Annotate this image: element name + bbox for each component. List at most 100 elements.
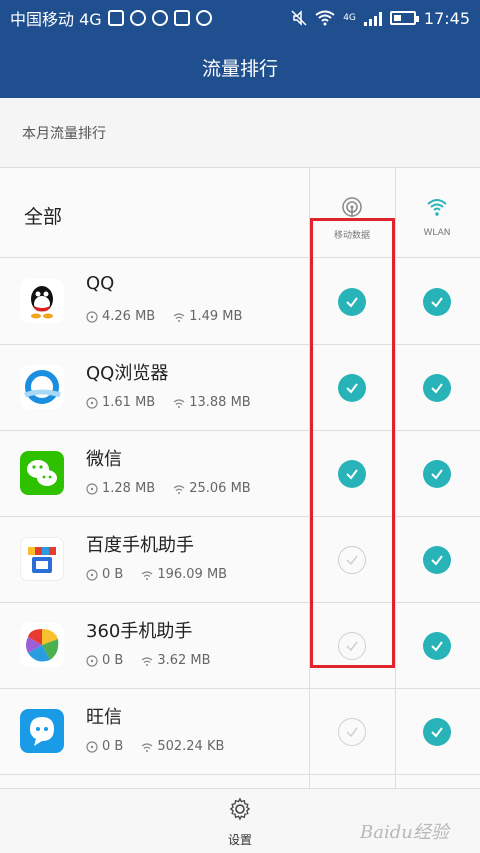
check-icon [431,297,443,308]
app-usage: 0 B 3.62 MB [86,653,211,668]
wifi-icon [173,397,185,409]
signal-antenna-icon [342,197,362,217]
wifi-icon [427,199,447,216]
all-label[interactable]: 全部 [24,202,62,229]
app-usage: 4.26 MB 1.49 MB [86,309,242,324]
wlan-usage: 25.06 MB [189,481,251,496]
wlan-usage: 1.49 MB [189,309,243,324]
mobile-data-toggle[interactable] [338,632,366,660]
check-icon [431,469,443,480]
mobile-usage: 1.28 MB [102,481,156,496]
wechat-app-icon [20,451,64,495]
check-icon [346,727,358,738]
mobile-data-label: 移动数据 [333,231,370,241]
section-label: 本月流量排行 [22,125,106,142]
mobile-data-toggle[interactable] [338,718,366,746]
app-name: 微信 [86,449,122,470]
wlan-toggle[interactable] [423,546,451,574]
table-row[interactable]: QQ浏览器 1.61 MB 13.88 MB [0,345,480,431]
column-divider [395,168,396,788]
app-usage: 0 B 196.09 MB [86,567,227,582]
check-icon [346,469,358,480]
app-name: 360手机助手 [86,621,193,642]
mobile-usage: 4.26 MB [102,309,156,324]
check-icon [431,641,443,652]
app-name: QQ浏览器 [86,363,169,384]
signal-antenna-icon [86,740,98,753]
app-title-bar: 流量排行 [0,36,480,98]
baidu-assistant-app-icon [20,537,64,581]
page-title: 流量排行 [201,57,278,80]
app-usage: 1.61 MB 13.88 MB [86,395,251,410]
wangxin-app-icon [20,709,64,753]
section-header: 本月流量排行 [0,98,480,168]
wifi-icon [173,311,185,323]
message-notification-icon [151,10,168,26]
table-row[interactable]: 百度手机助手 0 B 196.09 MB [0,517,480,603]
wifi-icon [141,569,153,581]
wifi-icon [173,483,185,495]
check-icon [346,383,358,394]
mobile-usage: 1.61 MB [102,395,156,410]
check-icon [431,727,443,738]
table-row[interactable]: 360手机助手 0 B 3.62 MB [0,603,480,689]
table-row[interactable]: 旺信 0 B 502.24 KB [0,689,480,775]
settings-label: 设置 [227,833,252,847]
check-icon [346,555,358,566]
carrier-text: 中国移动 4G [10,10,102,29]
traffic-table: 全部 移动数据 WLAN QQ 4.26 MB 1.49 MB QQ浏览器 1.… [0,168,480,788]
wlan-toggle[interactable] [423,632,451,660]
mute-icon [291,10,307,26]
wlan-toggle[interactable] [423,288,451,316]
mobile-data-toggle[interactable] [338,546,366,574]
wifi-icon [141,741,153,753]
gear-icon [229,797,251,821]
settings-button[interactable]: 设置 [216,797,264,848]
qq-app-icon [20,279,64,323]
app-usage: 0 B 502.24 KB [86,739,224,754]
mobile-data-column-header[interactable]: 移动数据 [312,196,392,241]
wlan-column-header[interactable]: WLAN [397,196,477,238]
app-usage: 1.28 MB 25.06 MB [86,481,251,496]
wlan-toggle[interactable] [423,718,451,746]
pause-notification-icon [129,10,146,26]
wlan-usage: 502.24 KB [157,739,225,754]
table-header-row: 全部 移动数据 WLAN [0,168,480,258]
360-assistant-app-icon [20,623,64,667]
qq-browser-app-icon [20,365,64,409]
check-icon [346,297,358,308]
check-icon [346,641,358,652]
check-icon [431,555,443,566]
time-text: 17:45 [423,8,470,28]
app-notification-icon [195,10,212,26]
wlan-toggle[interactable] [423,374,451,402]
table-row[interactable]: QQ 4.26 MB 1.49 MB [0,259,480,345]
mobile-usage: 0 B [102,653,124,668]
wlan-usage: 13.88 MB [189,395,251,410]
baidu-watermark: Baidu经验 [360,822,449,843]
wifi-icon [141,655,153,667]
signal-bars-icon [363,10,382,26]
status-bar: 中国移动 4G 4G 17:45 [0,0,480,36]
signal-antenna-icon [86,396,98,409]
wlan-label: WLAN [423,228,451,238]
battery-icon [389,11,419,25]
wlan-usage: 196.09 MB [157,567,228,582]
wifi-status-icon [315,10,335,26]
app-name: 旺信 [86,707,122,728]
mobile-data-toggle[interactable] [338,374,366,402]
mobile-data-toggle[interactable] [338,460,366,488]
signal-antenna-icon [86,568,98,581]
signal-antenna-icon [86,482,98,495]
signal-antenna-icon [86,310,98,323]
mobile-data-toggle[interactable] [338,288,366,316]
check-icon [431,383,443,394]
app-name: QQ [86,273,115,294]
app-name: 百度手机助手 [86,535,194,556]
image-notification-icon [107,10,124,26]
wlan-toggle[interactable] [423,460,451,488]
table-row[interactable]: 微信 1.28 MB 25.06 MB [0,431,480,517]
network-badge: 4G [343,13,356,23]
mobile-usage: 0 B [102,567,124,582]
column-divider [309,168,310,788]
